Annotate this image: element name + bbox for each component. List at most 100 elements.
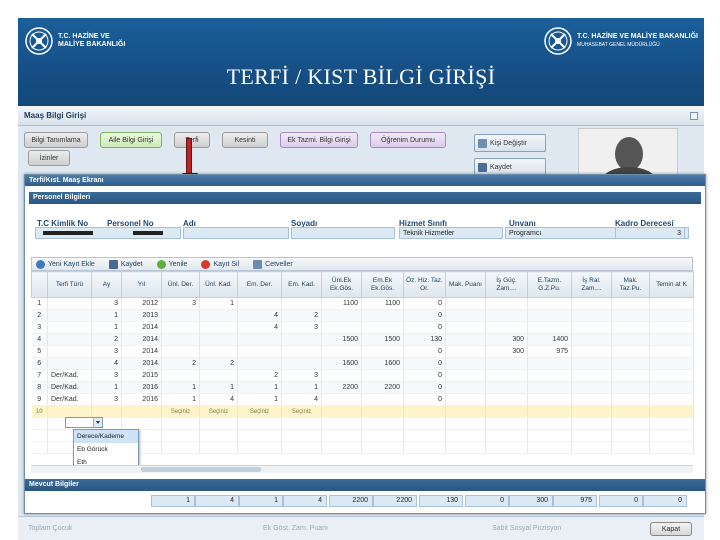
edit-cell[interactable]: Seçiniz (161, 405, 200, 418)
grid-cell[interactable] (445, 321, 486, 334)
grid-cell[interactable]: 1100 (361, 297, 404, 310)
grid-cell[interactable]: 2200 (361, 381, 404, 394)
grid-cell[interactable]: 2013 (121, 309, 162, 322)
grid-horizontal-scrollbar[interactable] (31, 465, 693, 473)
grid-cell[interactable] (571, 369, 612, 382)
grid-cell[interactable] (161, 345, 200, 358)
grid-cell[interactable] (649, 369, 694, 382)
grid-cell[interactable] (47, 357, 92, 370)
collapse-icon[interactable] (690, 111, 698, 120)
edit-cell[interactable] (571, 405, 612, 418)
grid-cell[interactable] (485, 393, 528, 406)
grid-cell[interactable]: 4 (237, 321, 282, 334)
grid-cell[interactable] (445, 369, 486, 382)
grid-column-header[interactable]: Em. Der. (237, 271, 282, 298)
kisi-degistir-button[interactable]: Kişi Değiştir (474, 134, 546, 152)
kesinti-button[interactable]: Kesinti (222, 132, 268, 148)
scrollbar-thumb[interactable] (141, 467, 261, 472)
grid-cell[interactable] (485, 357, 528, 370)
grid-cell[interactable] (571, 333, 612, 346)
edit-cell[interactable] (611, 405, 650, 418)
grid-cell[interactable] (47, 345, 92, 358)
table-row[interactable]: 2 1 2013 4 2 0 (31, 309, 694, 322)
grid-cell[interactable] (445, 393, 486, 406)
grid-cell[interactable] (361, 393, 404, 406)
grid-cell[interactable]: 0 (403, 345, 446, 358)
grid-cell[interactable]: 1400 (527, 333, 572, 346)
grid-cell[interactable]: 1 (31, 297, 48, 310)
grid-column-header[interactable]: Mak. Taz.Pu. (611, 271, 650, 298)
grid-cell[interactable]: 6 (31, 357, 48, 370)
grid-cell[interactable]: 0 (403, 381, 446, 394)
table-row[interactable]: 7 Der/Kad. 3 2015 2 3 0 (31, 369, 694, 382)
terfi-turu-combo[interactable] (65, 417, 103, 428)
grid-column-header[interactable]: Yıl (121, 271, 162, 298)
grid-cell[interactable] (527, 393, 572, 406)
edit-row[interactable]: 10 Seçiniz Seçiniz Seçiniz Seçiniz (31, 405, 694, 418)
table-row[interactable]: 8 Der/Kad. 1 2016 1 1 1 1 2200 2200 0 (31, 381, 694, 394)
grid-cell[interactable] (361, 345, 404, 358)
table-row[interactable]: 9 Der/Kad. 3 2016 1 4 1 4 0 (31, 393, 694, 406)
grid-cell[interactable] (199, 345, 238, 358)
grid-column-header[interactable]: Ay (91, 271, 122, 298)
grid-cell[interactable]: 2 (91, 333, 122, 346)
grid-cell[interactable] (649, 357, 694, 370)
grid-cell[interactable]: 1600 (321, 357, 362, 370)
grid-cell[interactable]: 3 (31, 321, 48, 334)
grid-cell[interactable] (527, 381, 572, 394)
grid-cell[interactable] (527, 357, 572, 370)
grid-cell[interactable] (571, 357, 612, 370)
edit-cell[interactable] (361, 405, 404, 418)
grid-column-header[interactable] (31, 271, 48, 298)
grid-cell[interactable] (281, 357, 322, 370)
grid-cell[interactable] (485, 297, 528, 310)
grid-cell[interactable] (649, 297, 694, 310)
grid-cell[interactable]: 0 (403, 297, 446, 310)
grid-cell[interactable]: 1500 (361, 333, 404, 346)
grid-cell[interactable]: 8 (31, 381, 48, 394)
close-button[interactable]: Kapat (650, 522, 692, 536)
grid-cell[interactable] (611, 297, 650, 310)
grid-cell[interactable]: 0 (403, 309, 446, 322)
grid-cell[interactable] (361, 321, 404, 334)
grid-cell[interactable] (485, 309, 528, 322)
grid-cell[interactable] (199, 333, 238, 346)
grid-cell[interactable]: 0 (403, 321, 446, 334)
grid-cell[interactable]: 2016 (121, 393, 162, 406)
grid-cell[interactable]: 2200 (321, 381, 362, 394)
grid-cell[interactable] (649, 321, 694, 334)
grid-cell[interactable] (321, 309, 362, 322)
grid-cell[interactable] (281, 333, 322, 346)
grid-cell[interactable]: 2014 (121, 321, 162, 334)
table-row[interactable]: 4 2 2014 1500 1500 130 300 1400 (31, 333, 694, 346)
edit-cell[interactable] (47, 405, 92, 418)
grid-cell[interactable]: 1 (91, 309, 122, 322)
grid-cell[interactable]: 4 (199, 393, 238, 406)
grid-column-header[interactable]: Ünl. Der. (161, 271, 200, 298)
grid-cell[interactable]: 975 (527, 345, 572, 358)
grid-cell[interactable] (571, 393, 612, 406)
grid-cell[interactable] (527, 369, 572, 382)
grid-column-header[interactable]: E.Tazm. G.Z.Pu. (527, 271, 572, 298)
dropdown-option[interactable]: Eb Görück (74, 443, 138, 456)
grid-cell[interactable]: Der/Kad. (47, 393, 92, 406)
grid-cell[interactable]: 3 (161, 297, 200, 310)
grid-cell[interactable]: Der/Kad. (47, 369, 92, 382)
grid-cell[interactable]: 2014 (121, 357, 162, 370)
grid-cell[interactable] (445, 345, 486, 358)
grid-cell[interactable] (611, 369, 650, 382)
grid-cell[interactable] (161, 333, 200, 346)
grid-cell[interactable]: 4 (281, 393, 322, 406)
grid-cell[interactable]: 2012 (121, 297, 162, 310)
grid-column-header[interactable]: İş Güç. Zam.... (485, 271, 528, 298)
grid-cell[interactable]: 1100 (321, 297, 362, 310)
grid-cell[interactable]: 3 (91, 393, 122, 406)
grid-cell[interactable] (321, 321, 362, 334)
grid-cell[interactable]: 9 (31, 393, 48, 406)
grid-column-header[interactable]: Em. Kad. (281, 271, 322, 298)
edit-cell[interactable] (649, 405, 694, 418)
grid-cell[interactable] (485, 369, 528, 382)
edit-cell[interactable] (321, 405, 362, 418)
terfi-button[interactable]: Terfi (174, 132, 210, 148)
grid-cell[interactable]: 3 (91, 369, 122, 382)
